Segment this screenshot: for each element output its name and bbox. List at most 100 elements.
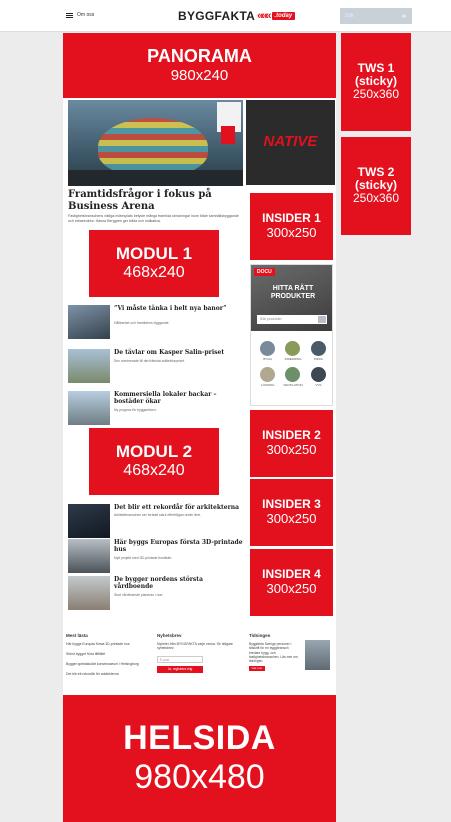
ad-tws2-size: 250x360 <box>352 191 400 206</box>
article-title[interactable]: Kommersiella lokaler backar – bostäder ö… <box>114 391 243 405</box>
article-title[interactable]: De bygger nordens största vårdboende <box>114 576 243 590</box>
article-thumbnail <box>68 504 110 538</box>
article-item[interactable]: Kommersiella lokaler backar – bostäder ö… <box>68 391 243 429</box>
tidningen-heading: Tidningen <box>249 633 271 638</box>
ad-modul1-name: MODUL 1 <box>115 243 193 263</box>
newsletter-signup-button[interactable]: Ja, registrera mig <box>157 665 203 673</box>
article-description: Stort vårdboende planeras i norr. <box>114 593 164 597</box>
ad-insider1-size: 300x250 <box>266 224 317 240</box>
category-label: INREDNING <box>284 357 302 361</box>
category-label: LÖSNING <box>260 383 275 387</box>
docu-category-grid: BYGG INREDNING INFRA LÖSNING VENTILATION… <box>255 341 331 387</box>
ad-insider2-size: 300x250 <box>266 441 317 457</box>
ad-modul1-size: 468x240 <box>123 263 185 281</box>
search-submit-icon[interactable]: ⊳ <box>402 13 407 20</box>
hero-title-link[interactable]: Framtidsfrågor i fokus på Business Arena <box>68 189 244 212</box>
most-read-link[interactable]: Störst bygget förra tillfället <box>66 652 148 656</box>
docu-category[interactable]: INFRA <box>306 341 331 361</box>
ad-native[interactable]: NATIVE <box>246 100 335 185</box>
ad-modul1[interactable]: MODUL 1 468x240 <box>89 230 219 297</box>
article-title[interactable]: Det blir ett rekordår för arkitekterna <box>114 504 243 511</box>
category-image <box>260 367 276 382</box>
ad-tws1-name: TWS 1 (sticky) <box>354 60 398 89</box>
ad-insider3[interactable]: INSIDER 3 300x250 <box>250 479 333 546</box>
article-title[interactable]: Här byggs Europas första 3D-printade hus <box>114 539 243 553</box>
ad-insider4[interactable]: INSIDER 4 300x250 <box>250 549 333 616</box>
menu-label: Om oss <box>77 12 95 18</box>
ad-tws1[interactable]: TWS 1 (sticky) 250x360 <box>341 33 411 131</box>
ad-modul2[interactable]: MODUL 2 468x240 <box>89 428 219 495</box>
tidningen-text: Byggfakta Sverige personer i tidskrift f… <box>249 642 298 664</box>
article-title[interactable]: ”Vi måste tänka i helt nya banor” <box>114 305 243 312</box>
category-label: INFRA <box>313 357 323 361</box>
ad-insider2[interactable]: INSIDER 2 300x250 <box>250 410 333 477</box>
docu-badge: DOCU <box>254 268 275 276</box>
docu-category[interactable]: VVS <box>306 367 331 387</box>
article-item[interactable]: ”Vi måste tänka i helt nya banor” Hållba… <box>68 305 243 343</box>
logo-chevrons-icon: ««« <box>257 10 271 22</box>
search-box[interactable]: Sök ⊳ <box>340 8 412 24</box>
docu-category[interactable]: BYGG <box>255 341 280 361</box>
article-description: Hållbarhet och framtidens byggande. <box>114 321 170 325</box>
ad-panorama-name: PANORAMA <box>147 45 252 66</box>
ad-insider1[interactable]: INSIDER 1 300x250 <box>250 193 333 260</box>
article-thumbnail <box>68 539 110 573</box>
category-label: BYGG <box>263 357 272 361</box>
search-input[interactable]: Sök <box>345 13 354 19</box>
ad-insider2-name: INSIDER 2 <box>262 428 321 443</box>
hero-floor-graphic <box>68 170 243 186</box>
magazine-cover-image[interactable] <box>305 640 330 670</box>
hero-sign-graphic-accent <box>221 126 235 144</box>
ad-insider4-size: 300x250 <box>266 580 317 596</box>
docu-search-input[interactable]: Sök produkter <box>257 315 327 324</box>
docu-banner: DOCU HITTA RÄTT PRODUKTER Sök produkter <box>251 265 332 331</box>
category-label: VVS <box>315 383 322 387</box>
ad-insider3-size: 300x250 <box>266 510 317 526</box>
ad-tws2[interactable]: TWS 2 (sticky) 250x360 <box>341 137 411 235</box>
article-thumbnail <box>68 391 110 425</box>
docu-category[interactable]: VENTILATION <box>280 367 305 387</box>
newsletter-email-input[interactable]: E-post <box>157 655 203 663</box>
category-image <box>310 367 326 382</box>
article-item[interactable]: Här byggs Europas första 3D-printade hus… <box>68 539 243 577</box>
article-item[interactable]: De bygger nordens största vårdboende Sto… <box>68 576 243 614</box>
category-image <box>310 341 326 356</box>
ad-insider1-name: INSIDER 1 <box>262 211 321 226</box>
article-description: Sex nominerade till det främsta arkitekt… <box>114 359 185 363</box>
ad-helsida[interactable]: HELSIDA 980x480 <box>63 695 336 822</box>
article-item[interactable]: De tävlar om Kasper Salin-priset Sex nom… <box>68 349 243 387</box>
docu-title: HITTA RÄTT PRODUKTER <box>270 285 316 300</box>
newsletter-text: Nyheter från BYGGFAKTA varje vecka. Se t… <box>157 642 233 651</box>
tidningen-section: Tidningen Byggfakta Sverige personer i t… <box>249 629 334 695</box>
top-bar: Om oss BYGGFAKTA ««« .today Sök ⊳ <box>0 0 451 32</box>
menu-button[interactable]: Om oss <box>66 12 94 18</box>
tidningen-read-more-button[interactable]: Läs mer <box>249 666 265 672</box>
ad-tws2-name: TWS 2 (sticky) <box>354 164 398 193</box>
docu-category[interactable]: INREDNING <box>280 341 305 361</box>
article-thumbnail <box>68 576 110 610</box>
ad-panorama-size: 980x240 <box>170 66 229 84</box>
newsletter-section: Nyhetsbrev Nyheter från BYGGFAKTA varje … <box>157 629 239 695</box>
article-item[interactable]: Det blir ett rekordår för arkitekterna A… <box>68 504 243 542</box>
article-title[interactable]: De tävlar om Kasper Salin-priset <box>114 349 243 356</box>
category-image <box>285 341 301 356</box>
most-read-link[interactable]: Här byggs Europas första 3D-printade hus <box>66 642 148 646</box>
article-description: Nytt projekt med 3D-printade bostäder. <box>114 556 173 560</box>
docu-widget: DOCU HITTA RÄTT PRODUKTER Sök produkter … <box>250 264 333 406</box>
most-read-link[interactable]: Det blir ett rekordår för arkitekterna <box>66 672 148 676</box>
ad-tws1-size: 250x360 <box>352 87 400 102</box>
logo-text: BYGGFAKTA <box>178 9 256 23</box>
most-read-heading: Mest lästa <box>66 633 88 638</box>
ad-modul2-size: 468x240 <box>123 461 185 479</box>
most-read-link[interactable]: Bygger spektakulärt konstmuseum i Helsin… <box>66 662 148 666</box>
article-thumbnail <box>68 349 110 383</box>
hamburger-icon <box>66 12 73 18</box>
ad-panorama[interactable]: PANORAMA 980x240 <box>63 33 336 98</box>
article-description: Arkitektbranschen ser fortsatt stark eft… <box>114 513 202 517</box>
category-label: VENTILATION <box>283 383 303 387</box>
category-image <box>285 367 301 382</box>
site-logo[interactable]: BYGGFAKTA ««« .today <box>178 9 296 23</box>
docu-category[interactable]: LÖSNING <box>255 367 280 387</box>
hero-image[interactable] <box>68 100 243 186</box>
ad-insider3-name: INSIDER 3 <box>262 497 321 512</box>
